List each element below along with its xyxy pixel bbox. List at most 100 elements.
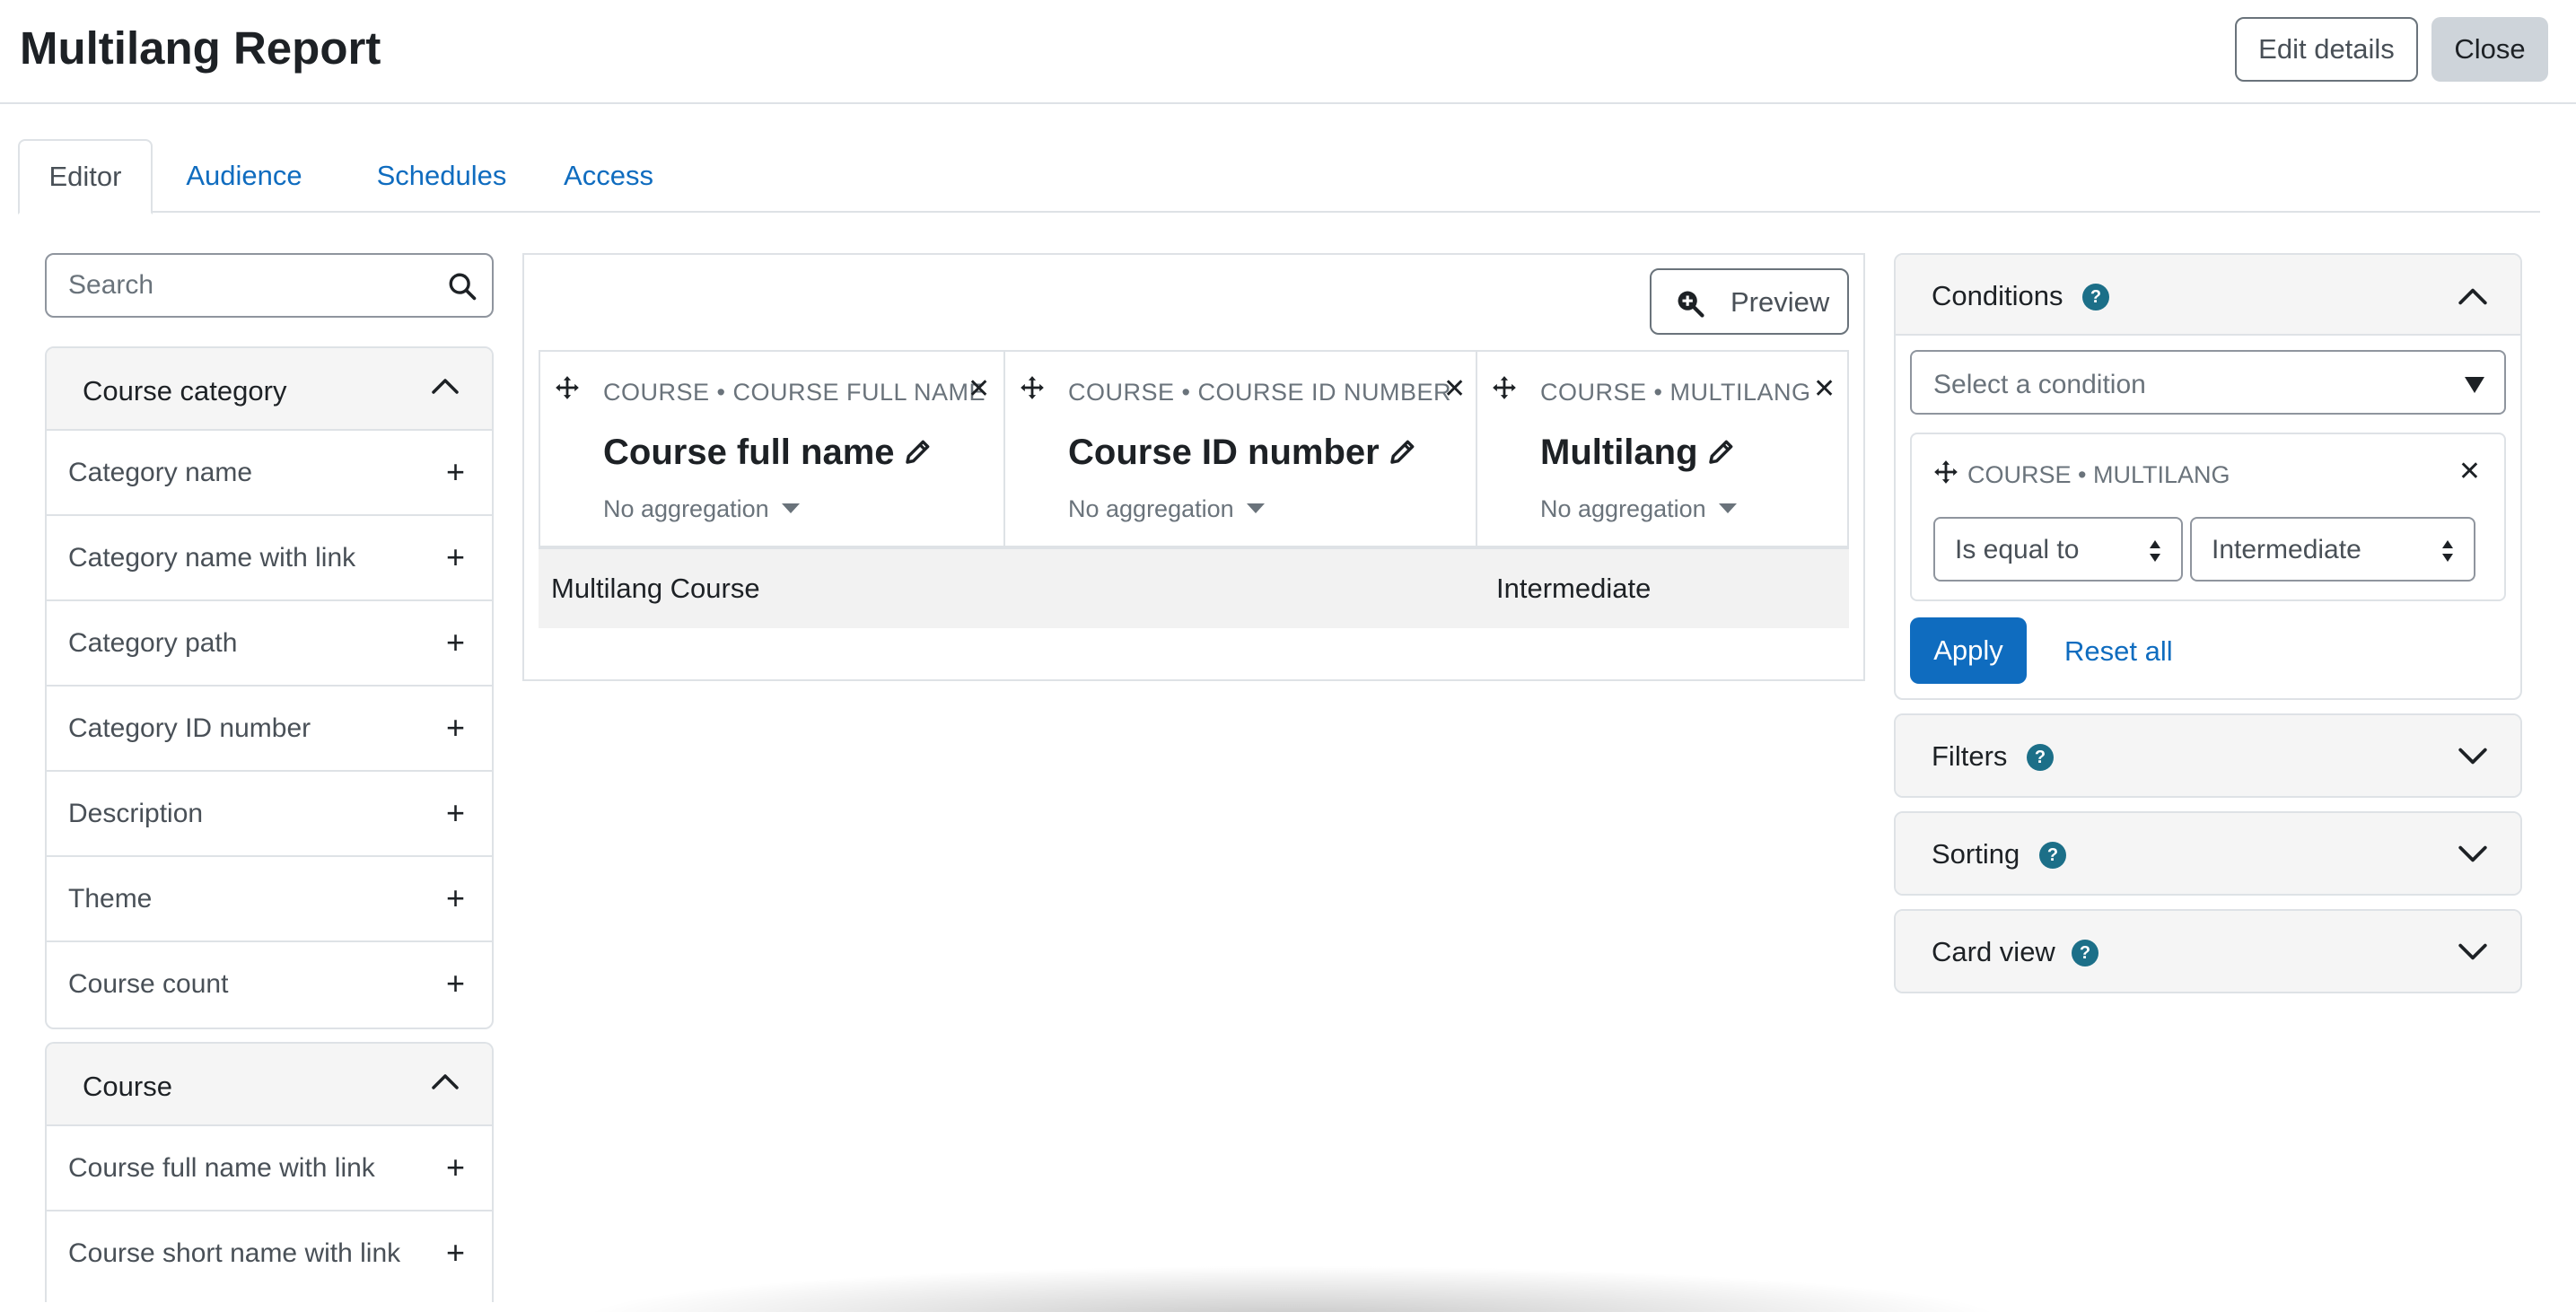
report-column-course-id-number: COURSE • COURSE ID NUMBER ✕ Course ID nu… xyxy=(1005,352,1477,547)
sidebar-item-description[interactable]: Description + xyxy=(47,772,492,857)
search-icon[interactable] xyxy=(447,271,478,302)
sidebar-item-label: Description xyxy=(68,799,204,828)
conditions-title: Conditions xyxy=(1932,280,2063,311)
tab-access[interactable]: Access xyxy=(537,139,680,213)
column-source-path: COURSE • COURSE FULL NAME xyxy=(603,379,986,406)
question-circle-icon[interactable]: ? xyxy=(2072,940,2098,967)
aggregation-dropdown[interactable]: No aggregation xyxy=(1068,495,1265,523)
condition-item: COURSE • MULTILANG ✕ Is equal to Interme… xyxy=(1910,433,2506,601)
plus-icon[interactable]: + xyxy=(446,539,465,575)
report-column-course-full-name: COURSE • COURSE FULL NAME ✕ Course full … xyxy=(540,352,1005,547)
sidebar-item-category-path[interactable]: Category path + xyxy=(47,601,492,687)
card-view-title: Card view xyxy=(1932,936,2055,967)
filters-title: Filters xyxy=(1932,740,2008,772)
sidebar-item-course-short-name-with-link[interactable]: Course short name with link + xyxy=(47,1211,492,1297)
page-title: Multilang Report xyxy=(20,22,381,74)
remove-column-icon[interactable]: ✕ xyxy=(1813,373,1836,405)
tab-audience[interactable]: Audience xyxy=(172,139,316,213)
plus-icon[interactable]: + xyxy=(446,625,465,660)
caret-down-icon xyxy=(781,503,800,513)
question-circle-icon[interactable]: ? xyxy=(2082,284,2109,311)
filters-header[interactable]: Filters ? xyxy=(1896,715,2520,796)
page-header: Multilang Report Edit details Close xyxy=(0,0,2576,104)
aggregation-label: No aggregation xyxy=(603,495,769,522)
sidebar-item-theme[interactable]: Theme + xyxy=(47,857,492,942)
card-view-header[interactable]: Card view ? xyxy=(1896,911,2520,992)
column-title[interactable]: Course ID number xyxy=(1068,433,1417,473)
reset-all-link[interactable]: Reset all xyxy=(2064,635,2173,668)
move-icon[interactable] xyxy=(1492,375,1517,400)
sidebar-group-header[interactable]: Course xyxy=(47,1044,492,1126)
toast-shadow xyxy=(574,1265,2011,1312)
condition-value: Intermediate xyxy=(2212,535,2361,564)
plus-icon[interactable]: + xyxy=(446,880,465,916)
table-cell: Intermediate xyxy=(1496,573,1652,604)
chevron-down-icon[interactable] xyxy=(2458,844,2488,865)
search-field[interactable] xyxy=(45,253,494,318)
remove-condition-icon[interactable]: ✕ xyxy=(2458,456,2481,487)
chevron-up-icon[interactable] xyxy=(431,375,460,397)
sidebar-group-title: Course xyxy=(83,1071,172,1102)
tab-schedules[interactable]: Schedules xyxy=(352,139,531,213)
sidebar-item-label: Theme xyxy=(68,884,153,914)
close-button[interactable]: Close xyxy=(2431,17,2548,82)
column-title[interactable]: Course full name xyxy=(603,433,933,473)
remove-column-icon[interactable]: ✕ xyxy=(1443,373,1466,405)
sidebar-group-header[interactable]: Course category xyxy=(47,348,492,431)
plus-icon[interactable]: + xyxy=(446,1150,465,1185)
move-icon[interactable] xyxy=(1933,459,1958,485)
caret-down-icon xyxy=(1246,503,1265,513)
sort-updown-icon xyxy=(2442,540,2453,562)
pencil-icon[interactable] xyxy=(1389,437,1417,466)
search-input[interactable] xyxy=(47,255,424,316)
table-cell: Multilang Course xyxy=(551,573,760,604)
preview-button[interactable]: Preview xyxy=(1650,268,1849,335)
zoom-in-icon xyxy=(1678,291,1704,318)
plus-icon[interactable]: + xyxy=(446,454,465,490)
apply-button[interactable]: Apply xyxy=(1910,617,2027,684)
chevron-up-icon[interactable] xyxy=(431,1071,460,1092)
column-title[interactable]: Multilang xyxy=(1540,433,1736,473)
chevron-down-icon[interactable] xyxy=(2458,746,2488,767)
plus-icon[interactable]: + xyxy=(446,710,465,746)
select-condition-placeholder: Select a condition xyxy=(1933,370,2146,399)
move-icon[interactable] xyxy=(1020,375,1045,400)
remove-column-icon[interactable]: ✕ xyxy=(968,373,990,405)
plus-icon[interactable]: + xyxy=(446,1235,465,1271)
move-icon[interactable] xyxy=(555,375,580,400)
pencil-icon[interactable] xyxy=(1707,437,1736,466)
chevron-up-icon[interactable] xyxy=(2458,285,2488,307)
chevron-down-icon[interactable] xyxy=(2458,941,2488,963)
question-circle-icon[interactable]: ? xyxy=(2027,744,2054,771)
edit-details-button[interactable]: Edit details xyxy=(2235,17,2418,82)
sidebar-group-title: Course category xyxy=(83,375,287,407)
sorting-header[interactable]: Sorting ? xyxy=(1896,813,2520,894)
sort-updown-icon xyxy=(2150,540,2160,562)
sidebar-item-label: Course full name with link xyxy=(68,1153,375,1183)
tab-editor[interactable]: Editor xyxy=(18,139,153,214)
sorting-title: Sorting xyxy=(1932,838,2020,870)
plus-icon[interactable]: + xyxy=(446,966,465,1001)
filters-panel: Filters ? xyxy=(1894,713,2522,798)
sidebar-item-category-id-number[interactable]: Category ID number + xyxy=(47,687,492,772)
condition-operator-value: Is equal to xyxy=(1955,535,2080,564)
conditions-header[interactable]: Conditions ? xyxy=(1896,255,2520,336)
conditions-panel: Conditions ? Select a condition COURSE •… xyxy=(1894,253,2522,700)
sidebar-item-course-full-name-with-link[interactable]: Course full name with link + xyxy=(47,1126,492,1211)
column-title-text: Multilang xyxy=(1540,433,1698,472)
aggregation-dropdown[interactable]: No aggregation xyxy=(1540,495,1737,523)
plus-icon[interactable]: + xyxy=(446,795,465,831)
sidebar-item-label: Course count xyxy=(68,969,229,999)
triangle-down-icon xyxy=(2465,377,2484,393)
select-condition-dropdown[interactable]: Select a condition xyxy=(1910,350,2506,415)
pencil-icon[interactable] xyxy=(904,437,933,466)
condition-operator-select[interactable]: Is equal to xyxy=(1933,517,2183,582)
sidebar-item-course-count[interactable]: Course count + xyxy=(47,942,492,1028)
sidebar-item-category-name[interactable]: Category name + xyxy=(47,431,492,516)
sidebar-item-category-name-with-link[interactable]: Category name with link + xyxy=(47,516,492,601)
aggregation-dropdown[interactable]: No aggregation xyxy=(603,495,800,523)
caret-down-icon xyxy=(1718,503,1737,513)
condition-value-select[interactable]: Intermediate xyxy=(2190,517,2475,582)
report-column-multilang: COURSE • MULTILANG ✕ Multilang No aggreg… xyxy=(1477,352,1847,547)
question-circle-icon[interactable]: ? xyxy=(2039,842,2066,869)
